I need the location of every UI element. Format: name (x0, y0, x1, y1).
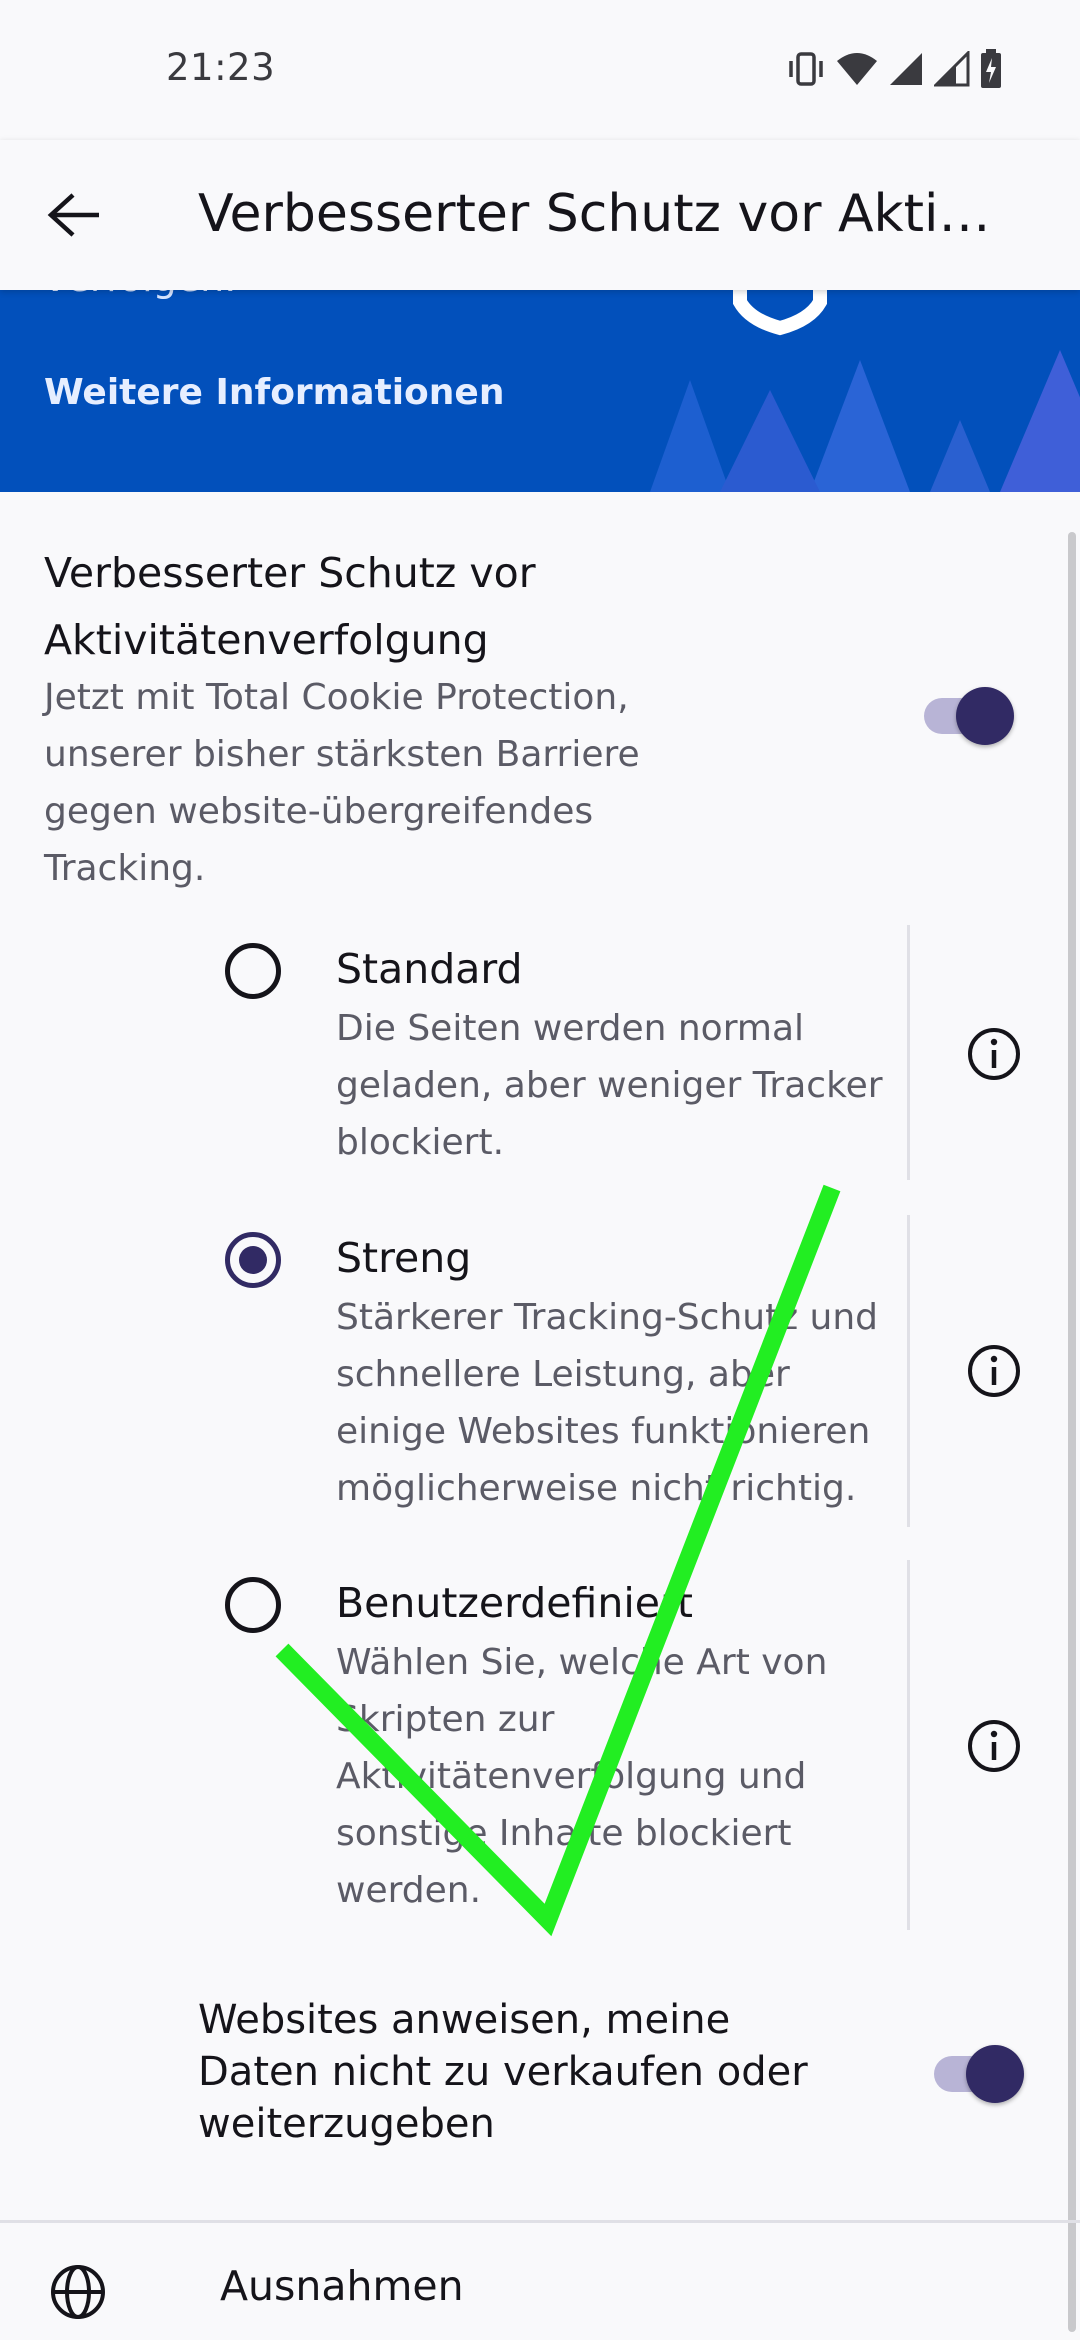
app-bar: Verbesserter Schutz vor Aktiv… (0, 140, 1080, 290)
info-icon[interactable] (966, 1026, 1022, 1082)
signal-icon (934, 51, 970, 87)
option-strict-title: Streng (336, 1234, 472, 1282)
status-icons (786, 46, 1002, 92)
toggle-thumb (966, 2045, 1024, 2103)
etp-toggle[interactable] (920, 687, 1016, 745)
scrollbar[interactable] (1068, 532, 1076, 2332)
option-standard-title: Standard (336, 945, 523, 993)
option-strict-description: Stärkerer Tracking-Schutz und schnellere… (336, 1297, 879, 1509)
back-button[interactable] (30, 170, 120, 260)
globe-icon (51, 2265, 105, 2319)
forest-shield-illustration (650, 290, 1080, 492)
option-divider (907, 1560, 910, 1930)
gpc-toggle[interactable] (930, 2045, 1026, 2103)
info-icon[interactable] (966, 1343, 1022, 1399)
gpc-label: Websites anweisen, meine Daten nicht zu … (198, 1997, 808, 2147)
option-divider (907, 925, 910, 1180)
option-custom-description: Wählen Sie, welche Art von Skripten zur … (336, 1642, 828, 1911)
section-divider (0, 2220, 1080, 2223)
option-custom-title: Benutzerdefiniert (336, 1579, 693, 1627)
etp-summary: Jetzt mit Total Cookie Protection, unser… (44, 677, 640, 889)
toggle-thumb (956, 687, 1014, 745)
option-standard-description: Die Seiten werden normal geladen, aber w… (336, 1008, 883, 1163)
status-time: 21:23 (166, 46, 276, 89)
arrow-back-icon (47, 193, 99, 237)
info-icon[interactable] (966, 1718, 1022, 1774)
battery-charging-icon (981, 49, 1001, 88)
status-bar: 21:23 (0, 0, 1080, 140)
option-divider (907, 1215, 910, 1527)
radio-standard[interactable] (225, 943, 281, 999)
learn-more-link[interactable]: Weitere Informationen (44, 372, 504, 413)
banner-text: verfolgen. (44, 290, 236, 300)
page-title: Verbesserter Schutz vor Aktiv… (198, 184, 998, 244)
radio-strict[interactable] (225, 1232, 281, 1288)
radio-custom[interactable] (225, 1577, 281, 1633)
wifi-icon (837, 53, 877, 85)
signal-icon (890, 53, 922, 85)
vibrate-icon (789, 52, 823, 86)
exceptions-item[interactable]: Ausnahmen (220, 2262, 464, 2310)
etp-title: Verbesserter Schutz vor Aktivitätenverfo… (44, 549, 536, 664)
info-banner: verfolgen. Weitere Informationen (0, 290, 1080, 492)
